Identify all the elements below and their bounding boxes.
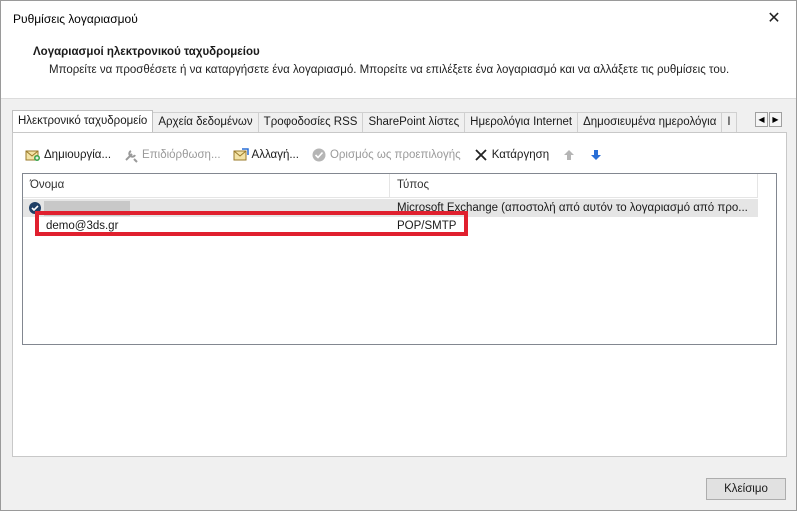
set-default-label: Ορισμός ως προεπιλογής	[329, 149, 461, 161]
new-account-icon	[25, 147, 41, 163]
header-title: Λογαριασμοί ηλεκτρονικού ταχυδρομείου	[33, 46, 260, 58]
highlight-annotation	[35, 211, 468, 236]
window-title: Ρυθμίσεις λογαριασμού	[13, 12, 138, 26]
change-label: Αλλαγή...	[251, 149, 299, 161]
wrench-icon	[123, 147, 139, 163]
close-icon[interactable]: ✕	[752, 1, 796, 35]
move-down-button[interactable]	[588, 147, 607, 163]
close-button[interactable]: Κλείσιμο	[706, 478, 786, 500]
down-arrow-icon	[588, 147, 604, 163]
checkmark-circle-icon	[311, 147, 327, 163]
tab-email[interactable]: Ηλεκτρονικό ταχυδρομείο	[12, 110, 154, 132]
repair-label: Επιδιόρθωση...	[142, 149, 221, 161]
column-header-name[interactable]: Όνομα	[23, 174, 390, 198]
tab-published-calendars[interactable]: Δημοσιευμένα ημερολόγια	[577, 112, 723, 132]
tab-sharepoint-lists[interactable]: SharePoint λίστες	[362, 112, 466, 132]
tab-scroll-right-icon[interactable]: ▶	[769, 112, 782, 127]
account-settings-dialog: Ρυθμίσεις λογαριασμού ✕ Λογαριασμοί ηλεκ…	[0, 0, 797, 511]
new-account-label: Δημιουργία...	[44, 149, 112, 161]
up-arrow-icon	[561, 147, 577, 163]
remove-x-icon	[473, 147, 489, 163]
set-default-button[interactable]: Ορισμός ως προεπιλογής	[311, 147, 461, 163]
tab-internet-calendars[interactable]: Ημερολόγια Internet	[464, 112, 579, 132]
tab-strip: Ηλεκτρονικό ταχυδρομείο Αρχεία δεδομένων…	[12, 110, 772, 132]
move-up-button[interactable]	[561, 147, 580, 163]
tab-data-files[interactable]: Αρχεία δεδομένων	[152, 112, 259, 132]
tab-rss-feeds[interactable]: Τροφοδοσίες RSS	[257, 112, 364, 132]
new-account-button[interactable]: Δημιουργία...	[25, 147, 111, 163]
change-button[interactable]: Αλλαγή...	[233, 147, 299, 163]
tab-scroll-left-icon[interactable]: ◀	[755, 112, 768, 127]
change-account-icon	[233, 147, 249, 163]
repair-button[interactable]: Επιδιόρθωση...	[123, 147, 221, 163]
title-bar: Ρυθμίσεις λογαριασμού ✕	[1, 1, 796, 37]
header-subtitle: Μπορείτε να προσθέσετε ή να καταργήσετε …	[49, 64, 730, 76]
account-list: Όνομα Τύπος Microsoft Exchange (αποστολή…	[22, 173, 777, 345]
tab-address-books[interactable]: Ι	[721, 112, 737, 132]
email-tab-panel: Δημιουργία... Επιδιόρθωση... Αλλαγή... Ο…	[12, 132, 787, 457]
remove-label: Κατάργηση	[491, 149, 550, 161]
header-panel: Λογαριασμοί ηλεκτρονικού ταχυδρομείου Μπ…	[1, 37, 796, 99]
remove-button[interactable]: Κατάργηση	[473, 147, 549, 163]
account-toolbar: Δημιουργία... Επιδιόρθωση... Αλλαγή... Ο…	[25, 145, 619, 165]
list-header: Όνομα Τύπος	[23, 174, 758, 198]
column-header-type[interactable]: Τύπος	[390, 174, 758, 198]
